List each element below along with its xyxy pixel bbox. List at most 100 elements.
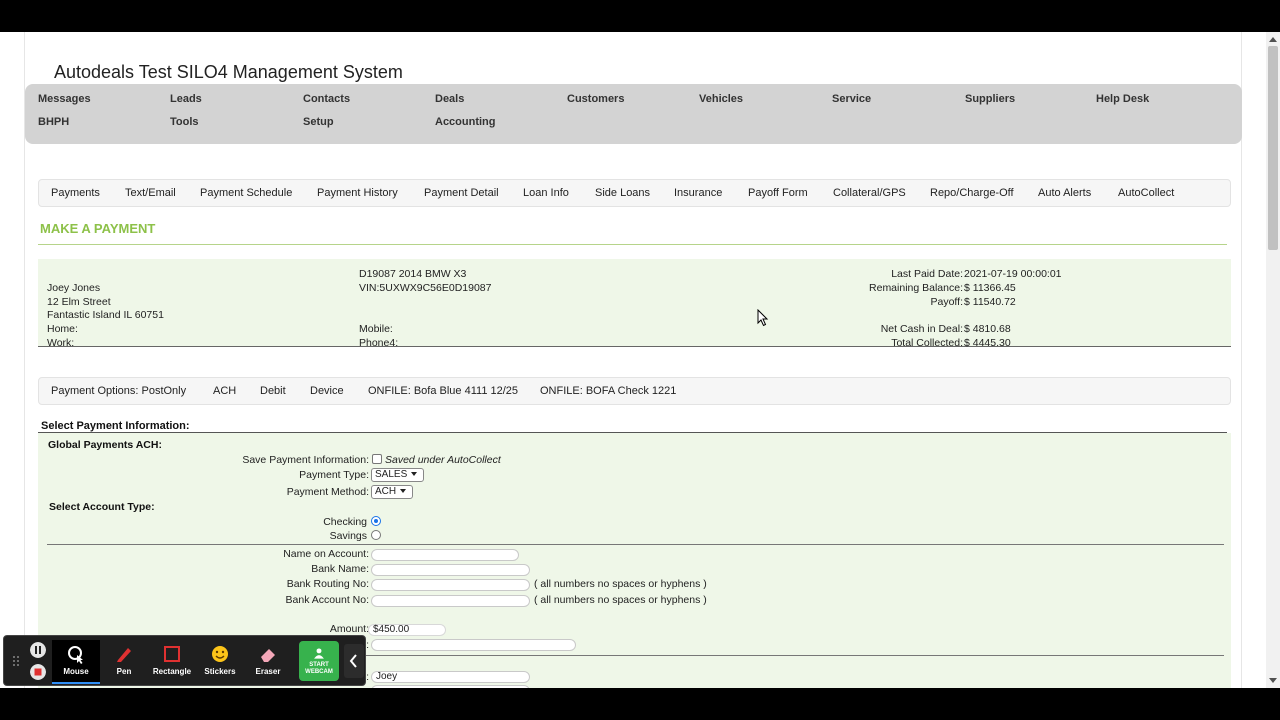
recorder-toolbar: Mouse Pen Rectangle Stickers Eraser STAR… xyxy=(3,635,366,686)
main-nav: Messages Leads Contacts Deals Customers … xyxy=(25,84,1242,144)
option-device[interactable]: Device xyxy=(310,385,344,397)
net-cash-value: $ 4810.68 xyxy=(964,323,1011,335)
chevron-down-icon xyxy=(411,472,418,477)
option-ach[interactable]: ACH xyxy=(213,385,236,397)
tab-payment-history[interactable]: Payment History xyxy=(317,187,398,199)
nav-contacts[interactable]: Contacts xyxy=(303,93,350,105)
save-payment-checkbox[interactable] xyxy=(372,454,382,464)
page-scrollbar[interactable] xyxy=(1266,32,1280,688)
nav-accounting[interactable]: Accounting xyxy=(435,116,496,128)
tool-eraser[interactable]: Eraser xyxy=(244,640,292,684)
tab-payoff-form[interactable]: Payoff Form xyxy=(748,187,808,199)
tab-payment-schedule[interactable]: Payment Schedule xyxy=(200,187,292,199)
nav-suppliers[interactable]: Suppliers xyxy=(965,93,1015,105)
page: Autodeals Test SILO4 Management System M… xyxy=(24,32,1242,688)
save-payment-label: Save Payment Information: xyxy=(242,454,369,466)
option-postonly[interactable]: Payment Options: PostOnly xyxy=(51,385,186,397)
nav-help-desk[interactable]: Help Desk xyxy=(1096,93,1149,105)
vehicle-desc: D19087 2014 BMW X3 xyxy=(359,268,467,280)
tool-rectangle[interactable]: Rectangle xyxy=(148,640,196,684)
option-onfile-bofa-blue[interactable]: ONFILE: Bofa Blue 4111 12/25 xyxy=(368,385,518,397)
total-collected-label: Total Collected: xyxy=(891,337,963,349)
stop-icon[interactable] xyxy=(30,664,46,680)
total-collected-value: $ 4445.30 xyxy=(964,337,1011,349)
home-phone-label: Home: xyxy=(47,323,78,335)
name-on-account-input[interactable] xyxy=(371,549,519,561)
option-debit[interactable]: Debit xyxy=(260,385,286,397)
bank-name-input[interactable] xyxy=(371,564,530,576)
routing-input[interactable] xyxy=(371,579,530,591)
nav-messages[interactable]: Messages xyxy=(38,93,91,105)
nav-bhph[interactable]: BHPH xyxy=(38,116,69,128)
eraser-icon xyxy=(261,649,275,662)
payment-type-select[interactable]: SALES xyxy=(371,468,424,482)
savings-radio[interactable] xyxy=(371,530,381,540)
webcam-label-line1: START xyxy=(309,662,329,668)
payment-method-select[interactable]: ACH xyxy=(371,485,413,499)
tab-text-email[interactable]: Text/Email xyxy=(125,187,176,199)
tab-insurance[interactable]: Insurance xyxy=(674,187,722,199)
account-type-title: Select Account Type: xyxy=(49,501,155,513)
scroll-down-icon[interactable] xyxy=(1269,678,1277,683)
tab-auto-alerts[interactable]: Auto Alerts xyxy=(1038,187,1091,199)
payment-type-label: Payment Type: xyxy=(299,469,369,481)
nav-service[interactable]: Service xyxy=(832,93,871,105)
nav-leads[interactable]: Leads xyxy=(170,93,202,105)
save-payment-note: Saved under AutoCollect xyxy=(385,454,501,466)
name-on-account-label: Name on Account: xyxy=(283,548,369,560)
amount-label: Amount: xyxy=(329,623,369,635)
tab-loan-info[interactable]: Loan Info xyxy=(523,187,569,199)
drag-handle-icon[interactable] xyxy=(12,655,20,667)
tab-side-loans[interactable]: Side Loans xyxy=(595,187,650,199)
pen-icon xyxy=(117,648,131,662)
checking-radio[interactable] xyxy=(371,516,381,526)
payment-type-value: SALES xyxy=(375,469,408,480)
tool-eraser-label: Eraser xyxy=(255,667,281,676)
account-number-input[interactable] xyxy=(371,595,530,607)
option-onfile-bofa-check[interactable]: ONFILE: BOFA Check 1221 xyxy=(540,385,676,397)
tool-mouse[interactable]: Mouse xyxy=(52,640,100,684)
customer-street: 12 Elm Street xyxy=(47,296,111,308)
tab-autocollect[interactable]: AutoCollect xyxy=(1118,187,1174,199)
scrollbar-thumb[interactable] xyxy=(1268,46,1278,250)
nav-customers[interactable]: Customers xyxy=(567,93,624,105)
bank-name-label: Bank Name: xyxy=(311,563,369,575)
next-field-input[interactable] xyxy=(371,685,530,688)
nav-tools[interactable]: Tools xyxy=(170,116,199,128)
tool-pen[interactable]: Pen xyxy=(100,640,148,684)
start-webcam-button[interactable]: START WEBCAM xyxy=(299,641,339,681)
chevron-left-icon xyxy=(349,654,357,668)
tab-collateral-gps[interactable]: Collateral/GPS xyxy=(833,187,906,199)
payoff-value: $ 11540.72 xyxy=(964,296,1016,308)
first-name-label: : xyxy=(366,671,369,683)
amount-input[interactable]: $450.00 xyxy=(368,624,446,636)
nav-vehicles[interactable]: Vehicles xyxy=(699,93,743,105)
tool-stickers[interactable]: Stickers xyxy=(196,640,244,684)
last-paid-value: 2021-07-19 00:00:01 xyxy=(964,268,1062,280)
rectangle-icon xyxy=(164,646,180,662)
account-number-label: Bank Account No: xyxy=(285,594,369,606)
tab-payments[interactable]: Payments xyxy=(51,187,100,199)
first-name-input[interactable]: Joey xyxy=(371,671,530,683)
scroll-up-icon[interactable] xyxy=(1269,37,1277,42)
pause-icon[interactable] xyxy=(30,642,46,658)
collapse-toolbar-button[interactable] xyxy=(344,644,364,678)
mobile-label: Mobile: xyxy=(359,323,393,335)
payment-method-value: ACH xyxy=(375,486,397,497)
form-divider xyxy=(47,544,1224,545)
nav-setup[interactable]: Setup xyxy=(303,116,334,128)
last-paid-label: Last Paid Date: xyxy=(891,268,963,280)
mouse-tool-icon xyxy=(68,646,83,664)
nav-deals[interactable]: Deals xyxy=(435,93,464,105)
section-divider xyxy=(38,244,1227,245)
tab-payment-detail[interactable]: Payment Detail xyxy=(424,187,499,199)
partial-field-input[interactable] xyxy=(371,639,576,651)
chevron-down-icon xyxy=(400,489,407,494)
payoff-label: Payoff: xyxy=(930,296,964,308)
routing-note: ( all numbers no spaces or hyphens ) xyxy=(534,578,707,590)
webcam-label-line2: WEBCAM xyxy=(305,669,333,675)
tool-mouse-label: Mouse xyxy=(63,667,89,676)
tool-pen-label: Pen xyxy=(116,667,132,676)
remaining-balance-value: $ 11366.45 xyxy=(964,282,1016,294)
tab-repo-charge-off[interactable]: Repo/Charge-Off xyxy=(930,187,1014,199)
